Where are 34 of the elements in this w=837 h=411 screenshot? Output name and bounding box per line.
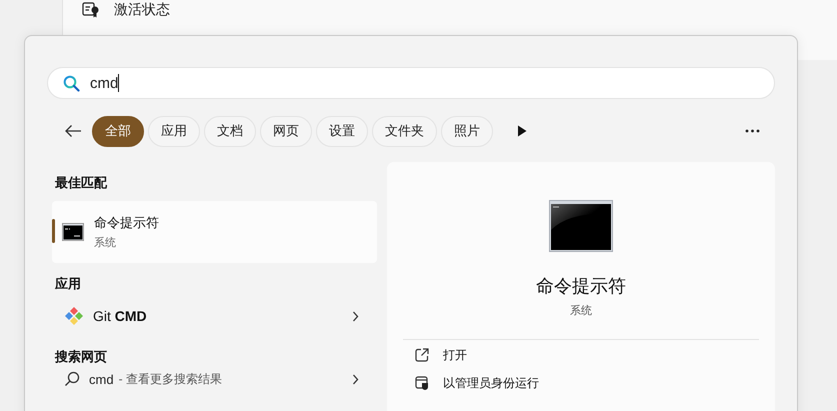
- play-icon[interactable]: [517, 125, 527, 137]
- section-heading: 最佳匹配: [54, 174, 108, 191]
- action-item[interactable]: 以管理员身份运行: [387, 370, 775, 396]
- filter-chip[interactable]: 照片: [441, 116, 493, 146]
- search-icon: [63, 74, 80, 92]
- filter-chip[interactable]: 网页: [260, 116, 312, 146]
- chevron-right-icon: [352, 310, 359, 322]
- terminal-icon: [62, 223, 84, 241]
- back-arrow-icon[interactable]: [64, 124, 82, 138]
- result-item[interactable]: cmd - 查看更多搜索结果: [52, 368, 377, 390]
- result-subtitle: 系统: [94, 236, 117, 250]
- search-field[interactable]: cmd: [47, 67, 775, 99]
- app-subtitle: 系统: [570, 304, 592, 318]
- filter-chip[interactable]: 应用: [148, 116, 200, 146]
- terminal-icon: [549, 200, 613, 252]
- filter-chip[interactable]: 设置: [316, 116, 368, 146]
- filter-chip[interactable]: 文档: [204, 116, 256, 146]
- result-title: 命令提示符: [94, 214, 159, 232]
- chevron-right-icon: [352, 374, 359, 384]
- search-icon: [64, 371, 80, 387]
- section-heading: 搜索网页: [54, 348, 108, 365]
- diamond-icon: [64, 306, 84, 326]
- external-link-icon: [415, 348, 429, 362]
- more-icon[interactable]: [745, 129, 760, 133]
- filter-chip[interactable]: 全部: [92, 116, 144, 146]
- section-heading: 应用: [54, 275, 82, 292]
- menu-item-label[interactable]: 激活状态: [114, 1, 170, 19]
- result-item[interactable]: Git CMD: [52, 296, 377, 336]
- shield-window-icon: [415, 376, 429, 390]
- app-title: 命令提示符: [536, 275, 626, 298]
- action-item[interactable]: 打开: [387, 342, 775, 368]
- result-item[interactable]: 命令提示符 系统: [52, 201, 377, 263]
- filter-chip[interactable]: 文件夹: [372, 116, 437, 146]
- certificate-icon: [82, 2, 100, 18]
